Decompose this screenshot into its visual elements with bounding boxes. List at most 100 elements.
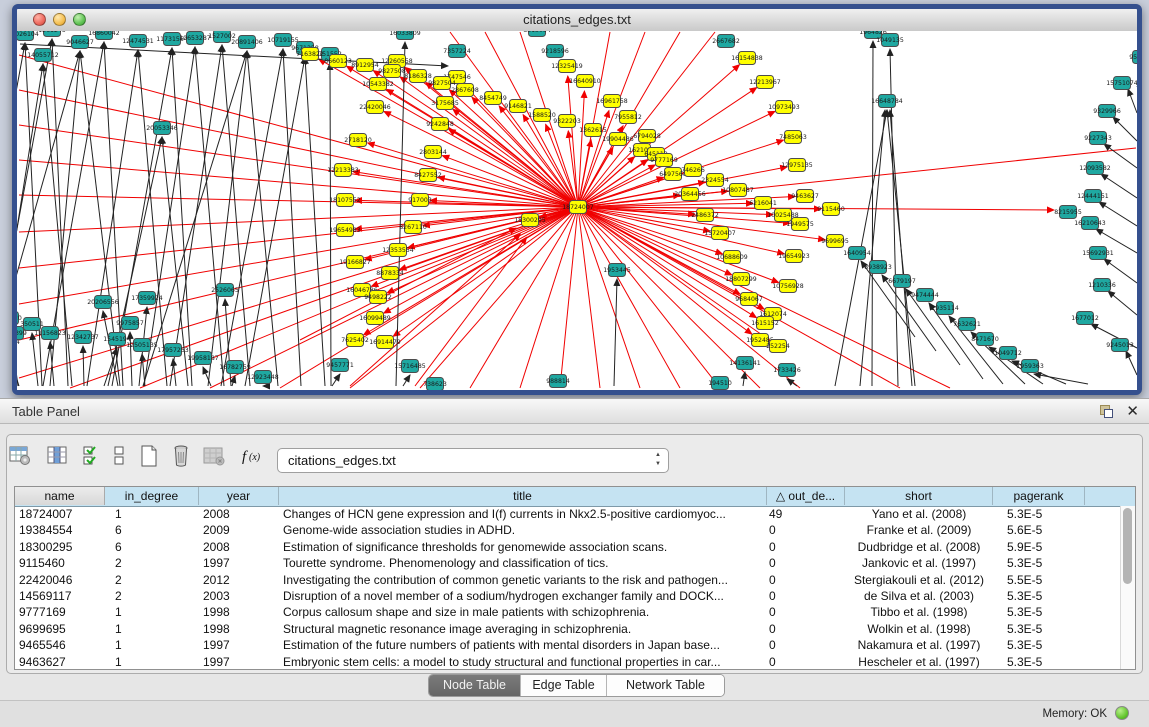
table-options-button[interactable] xyxy=(8,444,34,470)
graph-edge xyxy=(1126,351,1137,375)
delete-columns-button[interactable] xyxy=(170,444,196,470)
float-panel-icon[interactable] xyxy=(1100,405,1113,418)
graph-node-label: 12975135 xyxy=(781,162,813,169)
graph-node-label: 10653287 xyxy=(179,35,211,42)
graph-node-label: 3175685 xyxy=(431,100,459,107)
table-cell: 0 xyxy=(767,604,845,620)
column-header-in_degree[interactable]: in_degree xyxy=(105,487,199,505)
table-cell: 0 xyxy=(767,621,845,637)
graph-edge xyxy=(578,207,800,388)
graph-node-label: 9498222 xyxy=(364,294,392,301)
table-cell: 2 xyxy=(105,555,199,571)
graph-node-label: 738623 xyxy=(423,381,447,388)
graph-edge xyxy=(173,359,176,386)
graph-node-label: 7163822 xyxy=(296,51,324,58)
table-cell: 0 xyxy=(767,637,845,653)
table-row[interactable]: 911546021997Tourette syndrome. Phenomeno… xyxy=(15,555,1121,572)
function-builder-button[interactable]: f(x) xyxy=(240,444,266,470)
table-selector-dropdown[interactable]: citations_edges.txt ▲▼ xyxy=(277,448,669,473)
scrollbar-thumb[interactable] xyxy=(1123,508,1132,584)
table-row[interactable]: 1872400712008Changes of HCN gene express… xyxy=(15,506,1121,523)
table-row[interactable]: 946362711997Embryonic stem cells: a mode… xyxy=(15,654,1121,669)
table-cell: 0 xyxy=(767,654,845,669)
graph-edge xyxy=(403,375,410,386)
network-window-titlebar[interactable]: citations_edges.txt xyxy=(17,9,1137,32)
graph-node-label: 16782759 xyxy=(219,364,251,371)
graph-edge xyxy=(872,41,873,386)
graph-node-label: 1049712 xyxy=(994,350,1022,357)
graph-node-label: 2667682 xyxy=(712,38,740,45)
graph-node-label: 8454749 xyxy=(479,95,507,102)
table-row[interactable]: 969969511998Structural magnetic resonanc… xyxy=(15,621,1121,638)
graph-node-label: 1261245 xyxy=(38,31,66,34)
graph-node-label: 19166827 xyxy=(339,259,371,266)
network-graph-canvas[interactable]: 2026104126124590466271405571216860042124… xyxy=(17,31,1137,390)
table-cell: 2008 xyxy=(199,506,279,522)
graph-edge xyxy=(1128,89,1137,113)
table-cell: 5.3E-5 xyxy=(993,506,1085,522)
graph-node-label: 1959363 xyxy=(1016,363,1044,370)
table-cell: 2012 xyxy=(199,572,279,588)
table-cell: Structural magnetic resonance image aver… xyxy=(279,621,767,637)
table-row[interactable]: 1938455462009Genome-wide association stu… xyxy=(15,522,1121,539)
show-columns-button[interactable] xyxy=(46,444,72,470)
node-table: namein_degreeyeartitle△ out_de...shortpa… xyxy=(14,486,1136,670)
table-cell: 1 xyxy=(105,604,199,620)
table-row[interactable]: 1830029562008Estimation of significance … xyxy=(15,539,1121,556)
graph-node-label: 8267110 xyxy=(399,224,427,231)
table-row[interactable]: 946554611997Estimation of the future num… xyxy=(15,637,1121,654)
graph-node-label: 15720407 xyxy=(704,230,736,237)
column-header-title[interactable]: title xyxy=(279,487,767,505)
graph-node-label: 1588520 xyxy=(528,112,556,119)
graph-node-label: 14136141 xyxy=(729,360,761,367)
show-columns-icon xyxy=(46,455,70,472)
column-header-name[interactable]: name xyxy=(15,487,105,505)
graph-node-label: 18807299 xyxy=(725,276,757,283)
graph-node-label: 15751074 xyxy=(1106,80,1137,87)
tab-node-table[interactable]: Node Table xyxy=(429,675,521,696)
graph-node-label: 1640954 xyxy=(843,250,871,257)
table-row[interactable]: 977716911998Corpus callosum shape and si… xyxy=(15,604,1121,621)
network-graph[interactable]: 2026104126124590466271405571216860042124… xyxy=(17,31,1137,390)
graph-node-label: 9463627 xyxy=(791,193,819,200)
graph-node-label: 8660123 xyxy=(324,58,352,65)
graph-node-label: 2026104 xyxy=(17,31,39,38)
column-header-short[interactable]: short xyxy=(845,487,993,505)
graph-edge xyxy=(210,207,578,388)
tab-edge-table[interactable]: Edge Table xyxy=(521,675,607,696)
graph-node-label: 1049135 xyxy=(876,37,904,44)
table-selector-value: citations_edges.txt xyxy=(288,453,396,468)
table-cell: 19384554 xyxy=(15,522,105,538)
graph-node-label: 2526065 xyxy=(211,287,239,294)
memory-ok-indicator-icon[interactable] xyxy=(1115,706,1129,720)
graph-node-label: 12342737 xyxy=(67,334,99,341)
graph-node-label: 17957253 xyxy=(157,347,189,354)
svg-text:(x): (x) xyxy=(249,452,261,463)
graph-node-label: 7485063 xyxy=(779,134,807,141)
clear-selection-button[interactable] xyxy=(112,444,138,470)
table-cell: 5.3E-5 xyxy=(993,621,1085,637)
table-scrollbar[interactable] xyxy=(1120,506,1135,669)
graph-edge xyxy=(787,379,797,386)
column-header-out_de[interactable]: △ out_de... xyxy=(767,487,845,505)
graph-node-label: 951913 xyxy=(1129,54,1137,61)
table-panel-titlebar: Table Panel ✕ xyxy=(0,398,1149,424)
select-rows-button[interactable] xyxy=(82,444,108,470)
table-row[interactable]: 2242004622012Investigating the contribut… xyxy=(15,572,1121,589)
close-panel-icon[interactable]: ✕ xyxy=(1126,402,1139,420)
network-desktop: citations_edges.txt 20261041261245904662… xyxy=(0,0,1149,398)
graph-node-label: 9245013 xyxy=(1106,342,1134,349)
column-header-pagerank[interactable]: pagerank xyxy=(993,487,1085,505)
graph-edge xyxy=(396,42,405,386)
table-row[interactable]: 1456911722003Disruption of a novel membe… xyxy=(15,588,1121,605)
graph-node-label: 9777169 xyxy=(650,157,678,164)
graph-node-label: 917003 xyxy=(408,197,432,204)
graph-node-label: 15716485 xyxy=(394,363,426,370)
table-cell: 6 xyxy=(105,539,199,555)
graph-node-label: 20206556 xyxy=(87,299,119,306)
tab-network-table[interactable]: Network Table xyxy=(607,675,724,696)
table-cell: Franke et al. (2009) xyxy=(845,522,993,538)
graph-node-label: 11156823 xyxy=(34,330,66,337)
new-column-button[interactable] xyxy=(138,444,164,470)
column-header-year[interactable]: year xyxy=(199,487,279,505)
